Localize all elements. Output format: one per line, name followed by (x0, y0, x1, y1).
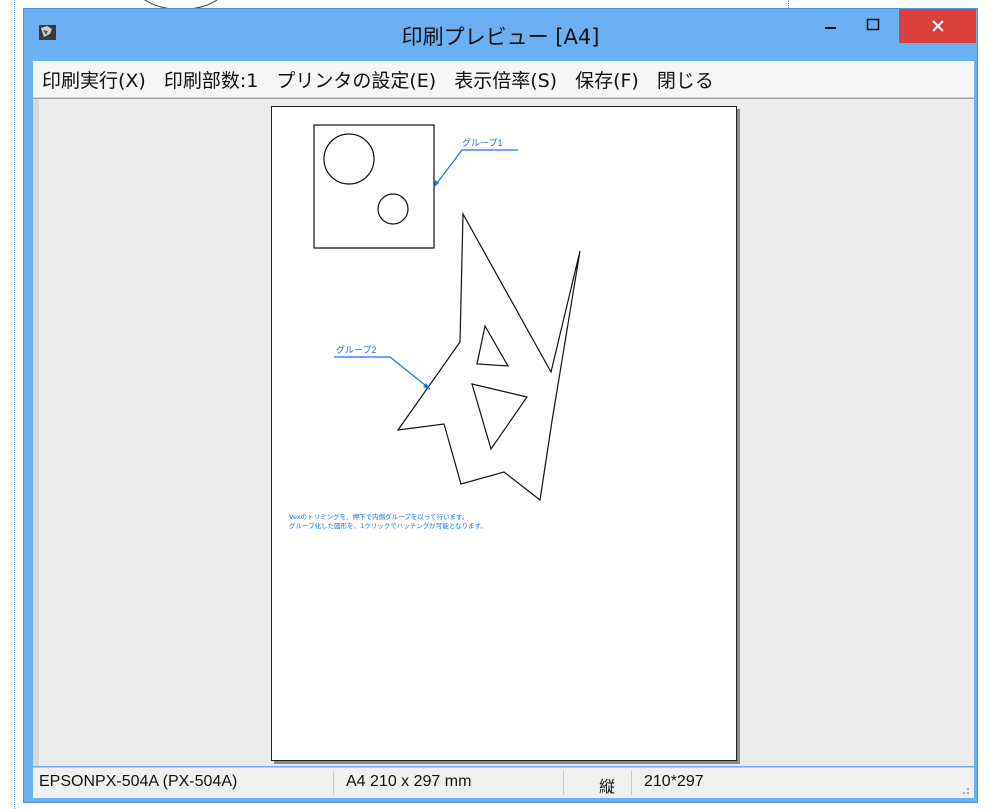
group1-label: グループ1 (462, 137, 502, 148)
menu-save[interactable]: 保存(F) (566, 66, 648, 93)
preview-area[interactable]: グループ1 グループ2 Vexのトリミングを、押下で内側グループを以って行います… (33, 98, 974, 766)
menu-printer-settings[interactable]: プリンタの設定(E) (267, 66, 445, 93)
preview-page: グループ1 グループ2 Vexのトリミングを、押下で内側グループを以って行います… (271, 106, 737, 761)
note-line1: Vexのトリミングを、押下で内側グループを以って行います。 (289, 512, 468, 521)
menu-close[interactable]: 閉じる (648, 66, 723, 93)
minimize-button[interactable] (814, 9, 848, 41)
status-printer: EPSONPX-504A (PX-504A) (39, 773, 238, 790)
status-paper: A4 210 x 297 mm (346, 773, 472, 790)
menu-print-execute[interactable]: 印刷実行(X) (33, 66, 155, 93)
close-button[interactable] (899, 9, 976, 43)
menu-bar: 印刷実行(X) 印刷部数:1 プリンタの設定(E) 表示倍率(S) 保存(F) … (33, 61, 974, 98)
group1-box (313, 124, 435, 249)
status-divider (563, 771, 564, 795)
group2-leader (334, 356, 431, 390)
maximize-icon (866, 18, 880, 31)
group1-small-circle (377, 193, 409, 225)
resize-grip-icon[interactable] (960, 785, 970, 795)
note-line2: グループ化した図形を、1クリックでハッチングが可能となります。 (289, 521, 487, 530)
group1-leader (433, 149, 518, 188)
status-size: 210*297 (644, 773, 704, 790)
menu-copies[interactable]: 印刷部数:1 (155, 66, 268, 93)
left-edge (33, 99, 39, 766)
maximize-button[interactable] (856, 9, 890, 41)
group2-inner-triangle-2 (471, 383, 528, 451)
close-icon (931, 20, 944, 32)
status-divider (333, 771, 334, 795)
status-bar: EPSONPX-504A (PX-504A) A4 210 x 297 mm 縦… (33, 767, 974, 798)
status-orientation: 縦 (599, 779, 616, 796)
group2-label: グループ2 (336, 344, 376, 355)
group2-outline (396, 211, 581, 502)
background-guide-line (14, 0, 15, 809)
menu-zoom[interactable]: 表示倍率(S) (445, 66, 566, 93)
group1-large-circle (323, 133, 375, 185)
minimize-icon (825, 27, 836, 29)
print-preview-window: 印刷プレビュー [A4] 印刷実行(X) 印刷部数:1 プリンタの設定(E) 表… (23, 8, 978, 803)
group2-inner-triangle-1 (476, 324, 510, 367)
title-bar[interactable]: 印刷プレビュー [A4] (24, 9, 977, 59)
status-divider (631, 771, 632, 795)
page-drawing: グループ1 グループ2 Vexのトリミングを、押下で内側グループを以って行います… (289, 124, 581, 530)
